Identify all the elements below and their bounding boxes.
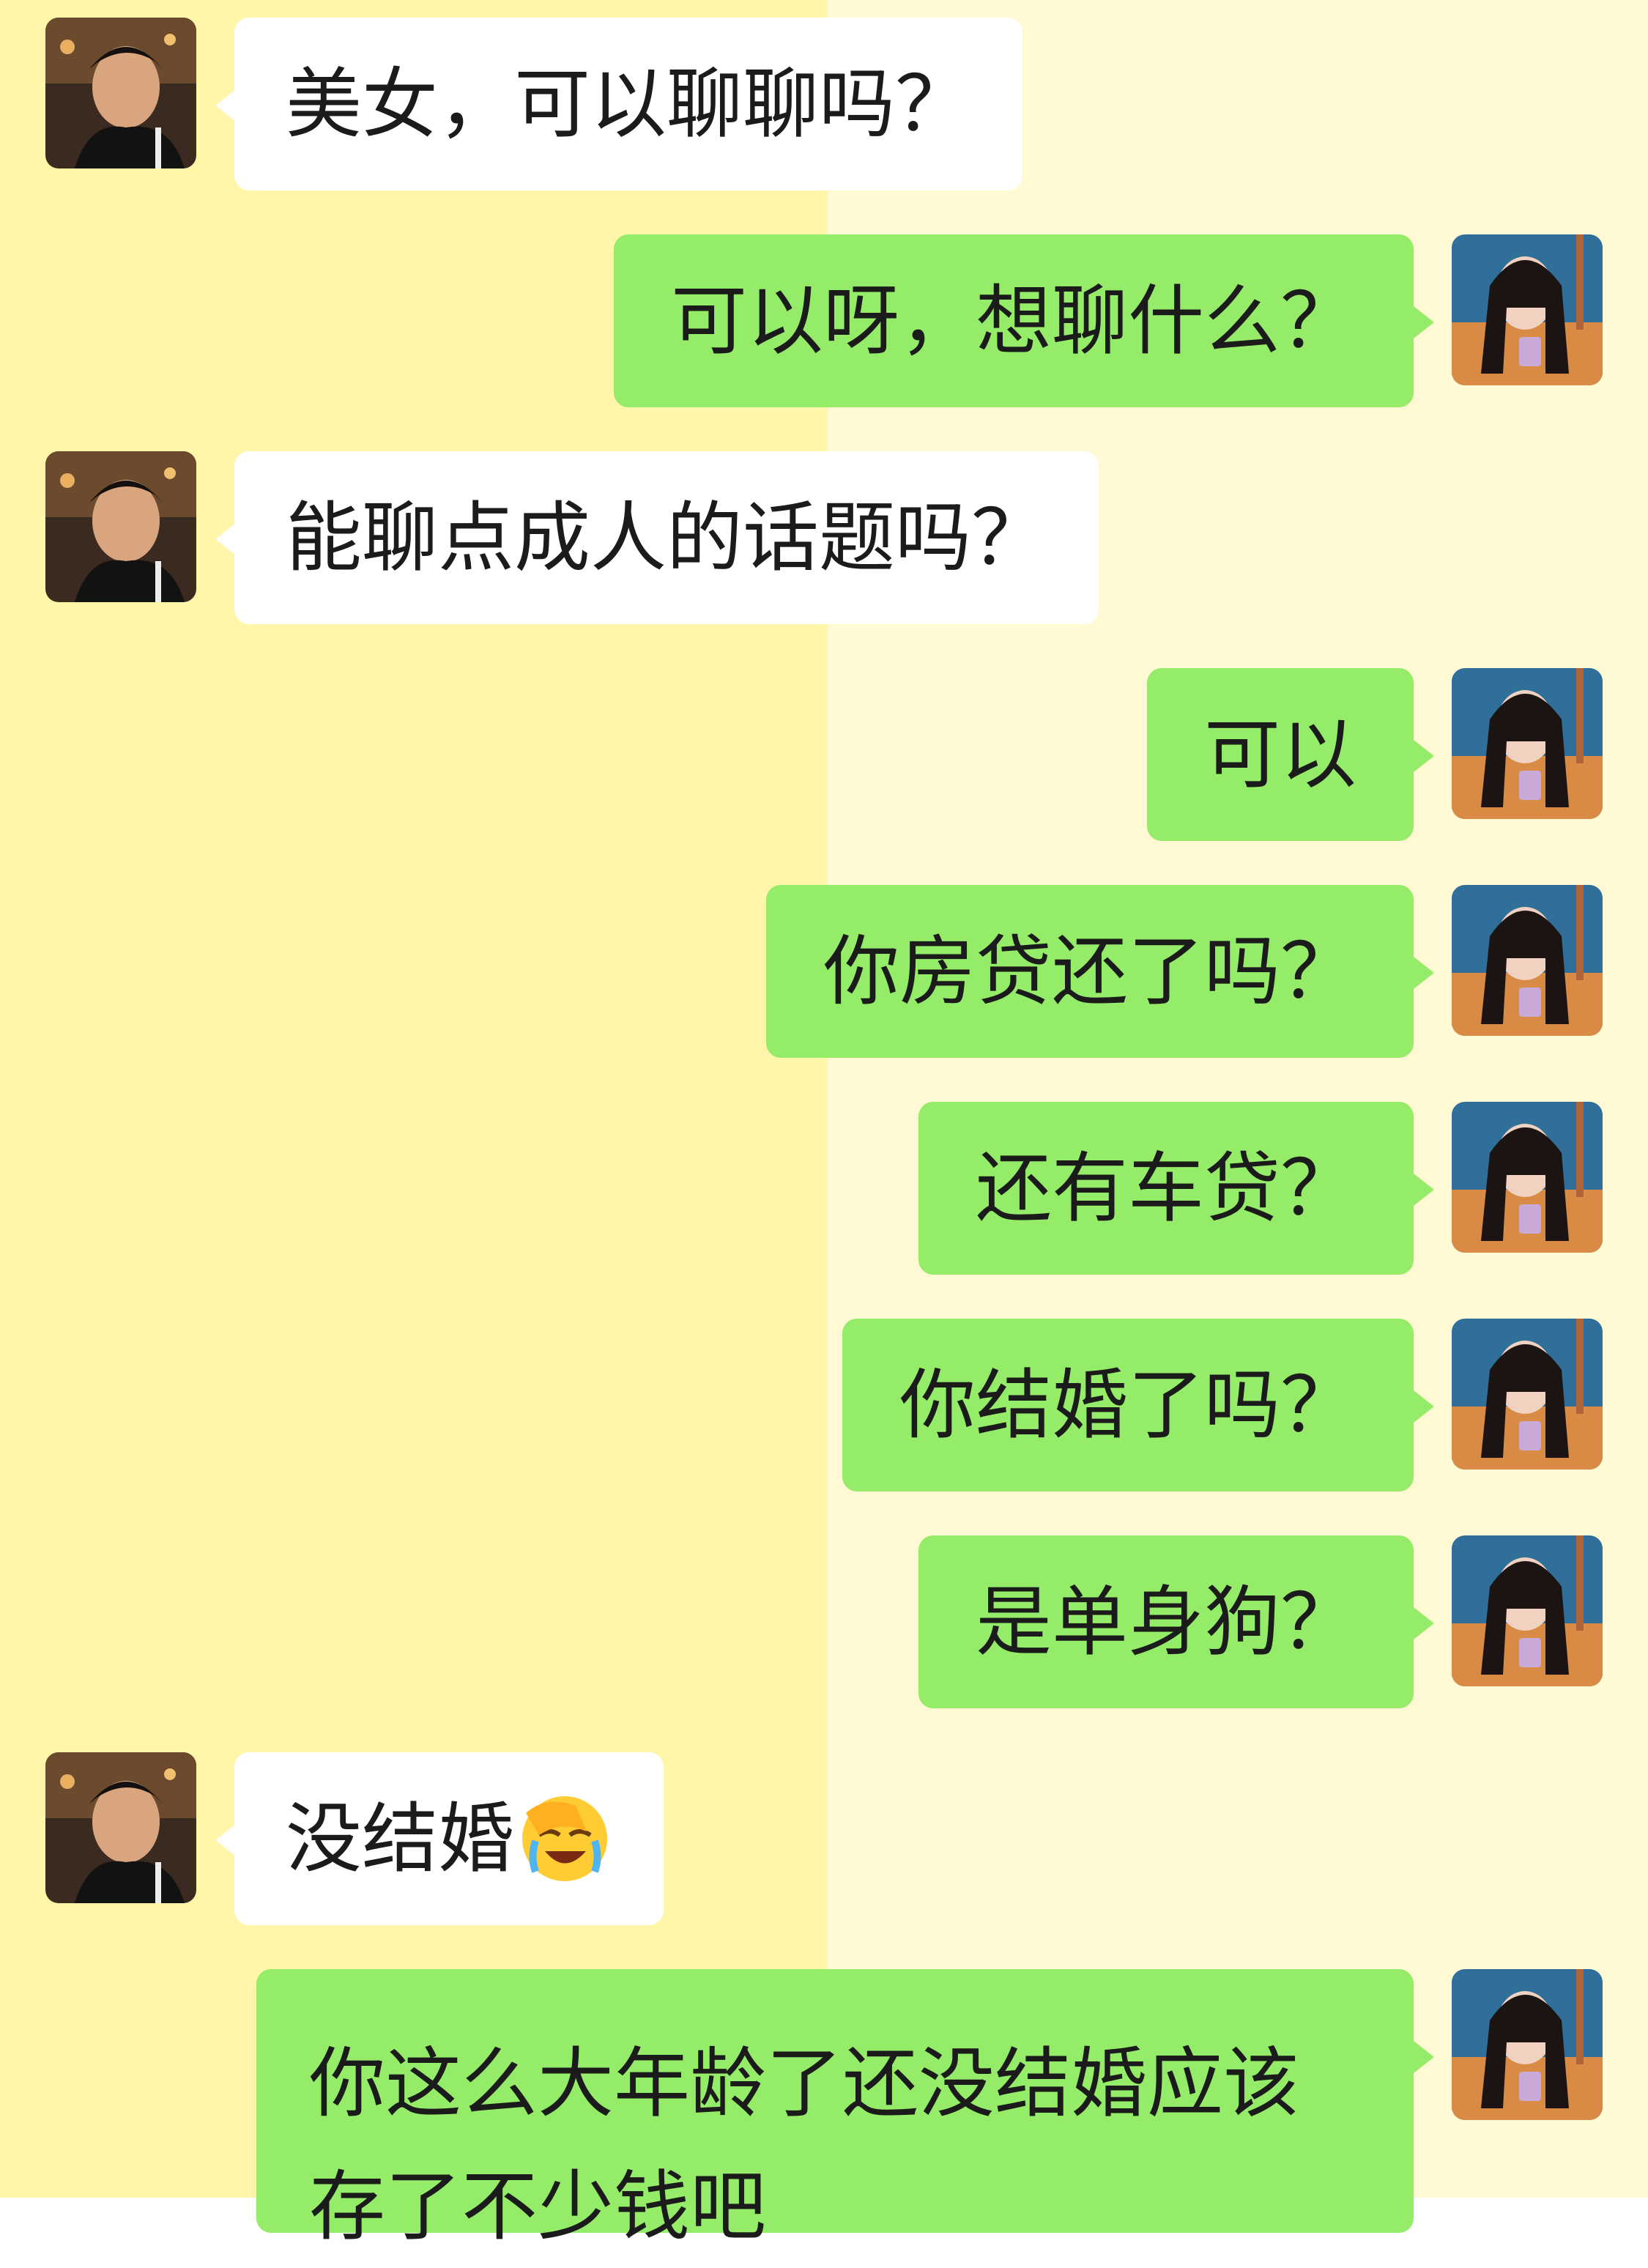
message-text: 能聊点成人的话题吗？ (286, 493, 1048, 582)
incoming-message-bubble[interactable]: 美女，可以聊聊吗？ (215, 18, 1023, 190)
sender-avatar[interactable] (45, 18, 196, 168)
female-user-avatar (1452, 668, 1603, 819)
message-text: 你房贷还了吗？ (823, 927, 1356, 1016)
chat-message-list[interactable]: 美女，可以聊聊吗？ 可以呀，想聊什么？ 能聊点成人的话题吗？ 可以 你房贷还了吗… (0, 0, 1648, 2251)
face-palm-laughing-emoji (517, 1791, 612, 1886)
message-text: 可以呀，想聊什么？ (670, 276, 1356, 366)
female-user-avatar (1452, 1319, 1603, 1470)
female-user-avatar (1452, 1535, 1603, 1686)
sender-avatar[interactable] (45, 451, 196, 602)
outgoing-message-bubble[interactable]: 可以 (1146, 668, 1435, 841)
outgoing-message-bubble[interactable]: 是单身狗？ (918, 1535, 1435, 1708)
sender-avatar[interactable] (45, 1752, 196, 1903)
female-user-avatar (1452, 885, 1603, 1036)
self-avatar[interactable] (1452, 885, 1603, 1036)
message-text: 美女，可以聊聊吗？ (286, 59, 972, 149)
message-text: 可以 (1203, 710, 1356, 799)
female-user-avatar (1452, 1969, 1603, 2120)
male-user-avatar (45, 451, 196, 602)
self-avatar[interactable] (1452, 234, 1603, 385)
outgoing-message-bubble[interactable]: 你房贷还了吗？ (765, 885, 1435, 1058)
self-avatar[interactable] (1452, 1319, 1603, 1470)
male-user-avatar (45, 18, 196, 168)
outgoing-message-bubble[interactable]: 还有车贷？ (918, 1102, 1435, 1275)
self-avatar[interactable] (1452, 1102, 1603, 1253)
female-user-avatar (1452, 1102, 1603, 1253)
incoming-message-bubble[interactable]: 没结婚 (215, 1752, 664, 1925)
outgoing-message-bubble[interactable]: 可以呀，想聊什么？ (613, 234, 1435, 407)
male-user-avatar (45, 1752, 196, 1903)
self-avatar[interactable] (1452, 1535, 1603, 1686)
incoming-message-bubble[interactable]: 能聊点成人的话题吗？ (215, 451, 1099, 624)
outgoing-message-bubble[interactable]: 你这么大年龄了还没结婚应该存了不少钱吧 (256, 1969, 1434, 2251)
outgoing-message-bubble[interactable]: 你结婚了吗？ (842, 1319, 1435, 1491)
female-user-avatar (1452, 234, 1603, 385)
message-text: 你结婚了吗？ (899, 1360, 1356, 1450)
message-text: 没结婚 (286, 1794, 515, 1883)
self-avatar[interactable] (1452, 1969, 1603, 2120)
message-text: 还有车贷？ (975, 1144, 1356, 1233)
message-text: 是单身狗？ (975, 1577, 1356, 1667)
message-text: 你这么大年龄了还没结婚应该存了不少钱吧 (309, 2039, 1300, 2251)
self-avatar[interactable] (1452, 668, 1603, 819)
